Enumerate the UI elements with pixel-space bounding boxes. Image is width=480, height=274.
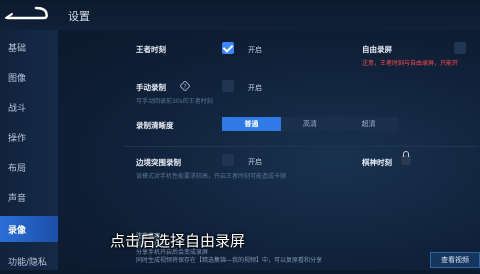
- lock-icon: [401, 151, 411, 165]
- sidebar-item-recording[interactable]: 录像: [0, 216, 58, 242]
- svg-text:?: ?: [183, 84, 186, 91]
- sidebar-item-privacy[interactable]: 功能/隐私: [0, 248, 58, 274]
- quality-label: 录制清晰度: [136, 121, 174, 130]
- sidebar-item-sound[interactable]: 声音: [0, 184, 58, 210]
- edge-record-subtext: 该模式对手机性能要求较高，开启王者时刻可能造成卡顿: [136, 173, 287, 180]
- quality-option-hd[interactable]: 高清: [281, 117, 340, 131]
- manual-record-label: 手动录制: [136, 83, 166, 92]
- quality-selector: 普通 高清 超清: [222, 117, 398, 131]
- view-video-button[interactable]: 查看视频: [430, 252, 480, 268]
- help-icon[interactable]: ?: [180, 81, 190, 91]
- sidebar-item-control[interactable]: 操作: [0, 124, 58, 150]
- sidebar-item-layout[interactable]: 布局: [0, 154, 58, 180]
- quality-option-normal[interactable]: 普通: [222, 117, 281, 131]
- quality-option-uhd[interactable]: 超清: [339, 117, 398, 131]
- back-arrow-icon[interactable]: [4, 4, 50, 22]
- edge-record-checkbox[interactable]: [222, 154, 234, 166]
- free-record-note: 注意，王者时刻与自由录屏，只能开: [362, 60, 459, 67]
- notice-line: 同时生成视频将保存在【精选集锦—我的视频】中，可以复原看和分享: [136, 257, 323, 264]
- chess-moment-label: 棋神时刻: [362, 158, 392, 167]
- king-moment-label: 王者时刻: [136, 45, 166, 54]
- free-record-checkbox[interactable]: [454, 42, 466, 54]
- manual-record-on-text: 开启: [248, 84, 262, 92]
- sidebar-item-basic[interactable]: 基础: [0, 34, 58, 60]
- edge-record-on-text: 开启: [248, 158, 262, 166]
- sidebar-item-image[interactable]: 图像: [0, 64, 58, 90]
- page-title: 设置: [68, 10, 90, 23]
- edge-record-label: 边境突围录制: [136, 158, 181, 167]
- free-record-label: 自由录屏: [362, 45, 392, 54]
- top-bar: 设置: [0, 0, 480, 30]
- king-moment-on-text: 开启: [248, 46, 262, 54]
- video-subtitle: 点击后选择自由录屏: [110, 232, 246, 250]
- manual-record-subtext: 可手动回录前30s的王者时刻: [136, 98, 213, 105]
- manual-record-checkbox[interactable]: [222, 80, 234, 92]
- sidebar-item-battle[interactable]: 战斗: [0, 94, 58, 120]
- sidebar: 基础 图像 战斗 操作 布局 声音 录像 功能/隐私: [0, 30, 58, 270]
- divider: [124, 146, 478, 147]
- king-moment-checkbox[interactable]: [222, 42, 234, 54]
